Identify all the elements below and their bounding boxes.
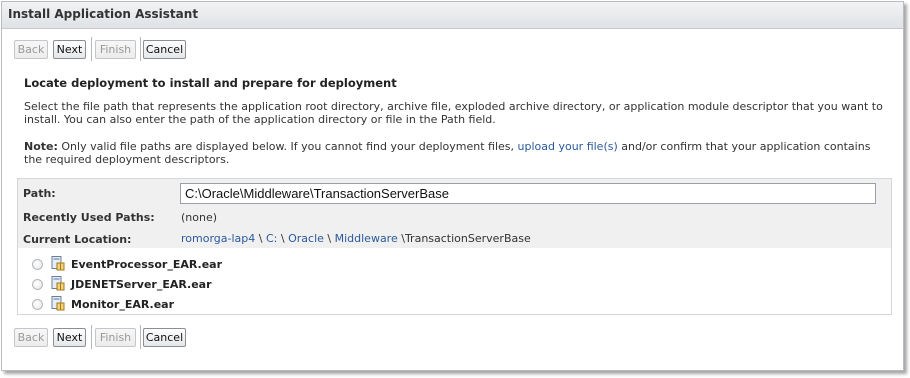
next-button[interactable]: Next <box>53 328 86 347</box>
breadcrumb-host[interactable]: romorga-lap4 <box>181 232 255 245</box>
button-separator <box>140 325 141 349</box>
note-label: Note: <box>24 140 58 153</box>
install-assistant-window: Install Application Assistant Back Next … <box>1 1 904 371</box>
button-separator <box>91 325 92 349</box>
path-input[interactable] <box>180 183 876 204</box>
list-item[interactable]: JDENETServer_EAR.ear <box>18 276 318 294</box>
section-description: Select the file path that represents the… <box>24 100 883 126</box>
file-name[interactable]: Monitor_EAR.ear <box>71 298 174 311</box>
back-button[interactable]: Back <box>14 40 48 59</box>
path-label: Path: <box>23 187 56 200</box>
breadcrumb-middleware[interactable]: Middleware <box>335 232 398 245</box>
file-radio[interactable] <box>32 259 43 270</box>
archive-file-icon <box>51 256 65 271</box>
cancel-button[interactable]: Cancel <box>143 40 186 59</box>
list-item[interactable]: Monitor_EAR.ear <box>18 296 318 314</box>
file-radio[interactable] <box>32 279 43 290</box>
current-location-label: Current Location: <box>23 233 132 246</box>
note-paragraph: Note: Only valid file paths are displaye… <box>24 140 884 166</box>
recent-paths-label: Recently Used Paths: <box>23 211 155 224</box>
file-name[interactable]: JDENETServer_EAR.ear <box>71 278 212 291</box>
button-separator <box>140 37 141 61</box>
section-heading: Locate deployment to install and prepare… <box>24 76 397 90</box>
file-name[interactable]: EventProcessor_EAR.ear <box>71 258 222 271</box>
list-item[interactable]: EventProcessor_EAR.ear <box>18 256 318 274</box>
breadcrumb-drive[interactable]: C: <box>266 232 277 245</box>
button-separator <box>91 37 92 61</box>
finish-button[interactable]: Finish <box>95 40 136 59</box>
archive-file-icon <box>51 296 65 311</box>
breadcrumb-separator: \ <box>280 232 285 245</box>
file-list: EventProcessor_EAR.ear JDENETServer_EAR.… <box>17 248 892 315</box>
upload-files-link[interactable]: upload your file(s) <box>518 140 618 153</box>
breadcrumb-separator: \ <box>258 232 263 245</box>
file-radio[interactable] <box>32 299 43 310</box>
breadcrumb-oracle[interactable]: Oracle <box>288 232 324 245</box>
recent-paths-value: (none) <box>181 211 218 224</box>
current-location-breadcrumb: romorga-lap4 \ C: \ Oracle \ Middleware … <box>181 232 531 245</box>
breadcrumb-current: TransactionServerBase <box>404 232 531 245</box>
archive-file-icon <box>51 276 65 291</box>
window-title: Install Application Assistant <box>8 7 199 21</box>
finish-button[interactable]: Finish <box>95 328 136 347</box>
title-bar: Install Application Assistant <box>2 2 903 29</box>
next-button[interactable]: Next <box>53 40 86 59</box>
note-text: Only valid file paths are displayed belo… <box>61 140 514 153</box>
breadcrumb-separator: \ <box>327 232 332 245</box>
path-panel: Path: Recently Used Paths: (none) Curren… <box>17 178 892 249</box>
cancel-button[interactable]: Cancel <box>143 328 186 347</box>
back-button[interactable]: Back <box>14 328 48 347</box>
